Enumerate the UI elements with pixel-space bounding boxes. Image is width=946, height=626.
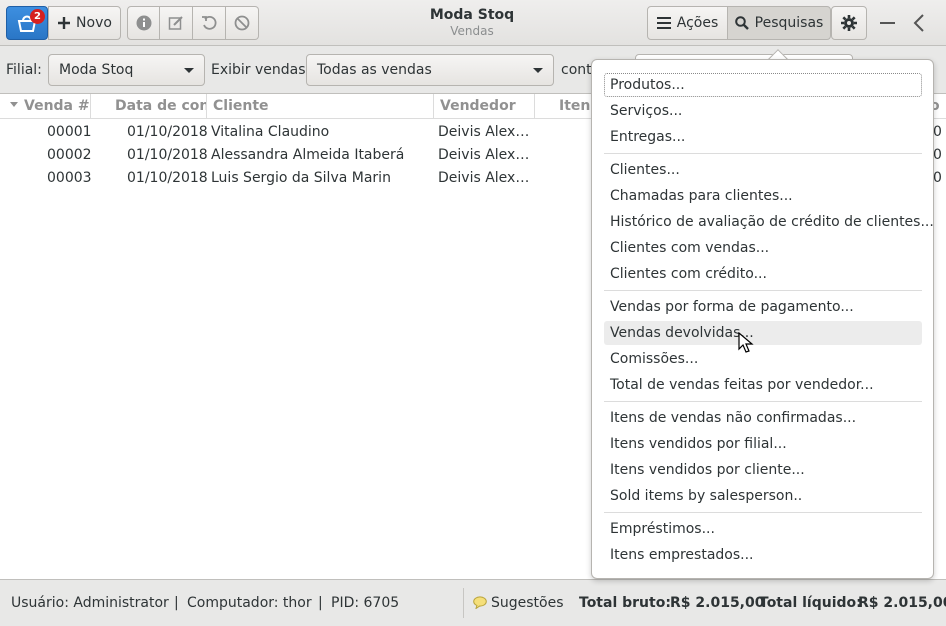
status-bar: Usuário: Administrator | Computador: tho… <box>0 580 946 626</box>
gross-total-value: R$ 2.015,00 <box>670 595 765 611</box>
row-date: 01/10/2018 <box>127 147 208 163</box>
menu-item-sales-by-payment[interactable]: Vendas por forma de pagamento... <box>604 295 922 319</box>
menu-item-clients[interactable]: Clientes... <box>604 158 922 182</box>
launcher-button[interactable]: 2 <box>6 6 48 40</box>
plus-icon <box>58 17 71 29</box>
sales-filter-label: Exibir vendas <box>211 62 306 78</box>
menu-item-items-by-client[interactable]: Itens vendidos por cliente... <box>604 458 922 482</box>
row-date: 01/10/2018 <box>127 124 208 140</box>
gross-total-label: Total bruto: <box>579 595 671 611</box>
row-total-tail: 0 <box>933 124 942 140</box>
row-seller: Deivis Alex… <box>438 124 530 140</box>
contains-label: cont <box>561 62 592 78</box>
menu-item-loaned-items[interactable]: Itens emprestados... <box>604 543 922 567</box>
edit-icon <box>168 16 183 30</box>
notification-badge: 2 <box>30 9 45 24</box>
info-icon <box>136 15 151 31</box>
suggestions-link[interactable]: Sugestões <box>491 595 564 611</box>
window-title: Moda Stoq <box>429 7 515 23</box>
row-sale-number: 00002 <box>47 147 92 163</box>
header-bar: 2 Novo Moda Stoq Vendas Ações Pesquisas <box>0 0 946 46</box>
undo-button[interactable] <box>193 6 226 40</box>
row-client: Luis Sergio da Silva Marin <box>211 170 391 186</box>
sales-filter-value: Todas as vendas <box>317 62 432 78</box>
menu-item-clients-with-credit[interactable]: Clientes com crédito... <box>604 262 922 286</box>
searches-menu-button[interactable]: Pesquisas <box>727 6 831 40</box>
settings-button[interactable] <box>831 6 867 40</box>
mouse-pointer-icon <box>738 332 754 353</box>
column-header-client[interactable]: Cliente <box>206 94 433 119</box>
menu-separator <box>604 401 922 402</box>
row-seller: Deivis Alex… <box>438 170 530 186</box>
branch-select[interactable]: Moda Stoq <box>48 54 205 86</box>
edit-button[interactable] <box>160 6 193 40</box>
menu-item-client-calls[interactable]: Chamadas para clientes... <box>604 184 922 208</box>
row-date: 01/10/2018 <box>127 170 208 186</box>
dropdown-arrow-icon <box>533 68 543 73</box>
gear-icon <box>841 15 857 31</box>
net-total-value: R$ 2.015,00 <box>858 595 946 611</box>
minimize-icon[interactable] <box>880 22 895 24</box>
speech-bubble-icon <box>473 596 487 609</box>
menu-item-sales-by-seller[interactable]: Total de vendas feitas por vendedor... <box>604 373 922 397</box>
column-header-seller[interactable]: Vendedor <box>433 94 534 119</box>
menu-separator <box>604 512 922 513</box>
undo-icon <box>202 15 217 30</box>
menu-item-commissions[interactable]: Comissões... <box>604 347 922 371</box>
menu-item-deliveries[interactable]: Entregas... <box>604 125 922 149</box>
search-icon <box>734 16 749 30</box>
back-chevron-icon[interactable] <box>913 14 925 32</box>
actions-menu-button[interactable]: Ações <box>647 6 728 40</box>
menu-item-credit-history[interactable]: Histórico de avaliação de crédito de cli… <box>604 210 934 234</box>
status-computer: Computador: thor <box>187 595 312 611</box>
status-pid: PID: 6705 <box>331 595 400 611</box>
row-sale-number: 00003 <box>47 170 92 186</box>
sales-filter-select[interactable]: Todas as vendas <box>306 54 554 86</box>
branch-select-value: Moda Stoq <box>59 62 134 78</box>
branch-filter-label: Filial: <box>6 62 42 78</box>
menu-separator <box>604 153 922 154</box>
cancel-button[interactable] <box>226 6 259 40</box>
searches-label: Pesquisas <box>754 15 824 31</box>
new-button[interactable]: Novo <box>48 6 121 40</box>
row-total-tail: 0 <box>933 170 942 186</box>
menu-item-clients-with-sales[interactable]: Clientes com vendas... <box>604 236 922 260</box>
details-button[interactable] <box>127 6 160 40</box>
column-header-items[interactable]: Itens <box>534 94 592 119</box>
cancel-icon <box>234 15 250 31</box>
actions-label: Ações <box>676 15 719 31</box>
net-total-label: Total líquido: <box>759 595 862 611</box>
menu-item-returned-sales[interactable]: Vendas devolvidas... <box>604 321 922 345</box>
status-user: Usuário: Administrator <box>11 595 169 611</box>
menu-item-loans[interactable]: Empréstimos... <box>604 517 922 541</box>
column-header-date[interactable]: Data de conf <box>90 94 206 119</box>
row-client: Vitalina Claudino <box>211 124 330 140</box>
menu-item-services[interactable]: Serviços... <box>604 99 922 123</box>
menu-item-products[interactable]: Produtos... <box>604 73 922 97</box>
menu-item-items-by-salesperson[interactable]: Sold items by salesperson.. <box>604 484 922 508</box>
window-subtitle: Vendas <box>450 24 494 38</box>
row-total-tail: 0 <box>933 147 942 163</box>
searches-popover-menu: Produtos... Serviços... Entregas... Clie… <box>591 59 934 579</box>
status-separator: | <box>174 595 179 611</box>
hamburger-icon <box>656 17 671 29</box>
column-header-sale-number[interactable]: Venda # <box>10 98 90 114</box>
action-button-group <box>127 6 259 40</box>
status-separator: | <box>318 595 323 611</box>
row-client: Alessandra Almeida Itaberá <box>211 147 405 163</box>
menu-item-unconfirmed-sale-items[interactable]: Itens de vendas não confirmadas... <box>604 406 922 430</box>
window-title-area: Moda Stoq Vendas <box>372 7 572 38</box>
menu-separator <box>604 290 922 291</box>
row-seller: Deivis Alex… <box>438 147 530 163</box>
menu-item-items-by-branch[interactable]: Itens vendidos por filial... <box>604 432 922 456</box>
status-divider <box>463 588 464 618</box>
row-sale-number: 00001 <box>47 124 92 140</box>
new-button-label: Novo <box>76 15 112 31</box>
dropdown-arrow-icon <box>184 68 194 73</box>
sort-descending-icon <box>10 102 18 107</box>
